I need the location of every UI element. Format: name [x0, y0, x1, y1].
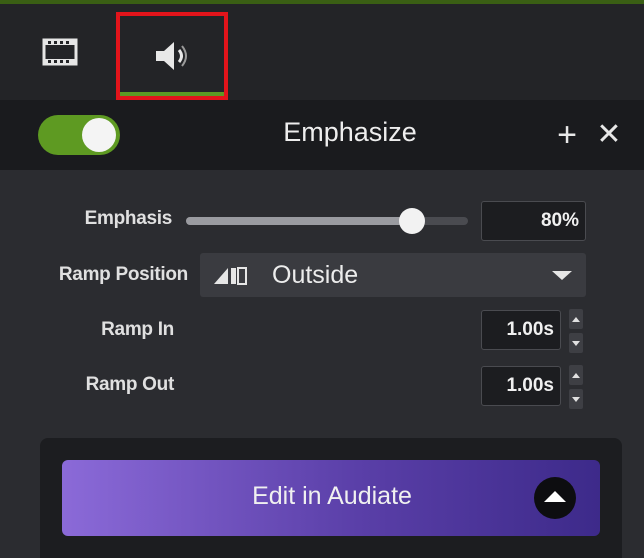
properties-tabbar	[0, 0, 644, 100]
effect-properties: Emphasis 80% Ramp Position Outside Ramp …	[0, 170, 644, 558]
ramp-out-decrement-button[interactable]	[569, 389, 583, 409]
chevron-up-glyph	[544, 491, 566, 502]
emphasis-slider-thumb[interactable]	[398, 208, 425, 234]
effect-title: Emphasize	[283, 117, 417, 147]
ramp-outside-icon	[214, 267, 247, 285]
plus-icon: +	[557, 116, 577, 154]
emphasis-slider[interactable]	[186, 217, 468, 225]
effect-header: Emphasize + ✕	[0, 100, 644, 170]
ramp-in-field[interactable]: 1.00s	[481, 310, 561, 350]
tab-audio-properties[interactable]	[116, 12, 228, 100]
add-effect-button[interactable]: +	[550, 112, 584, 158]
ramp-in-increment-button[interactable]	[569, 309, 583, 329]
arrow-down-icon	[572, 396, 580, 402]
remove-effect-button[interactable]: ✕	[592, 112, 626, 158]
audiate-panel: Edit in Audiate	[40, 438, 622, 558]
ramp-position-value: Outside	[272, 261, 359, 289]
emphasis-slider-fill	[186, 217, 412, 225]
emphasis-value-field[interactable]: 80%	[481, 201, 586, 241]
ramp-out-stepper[interactable]	[567, 365, 585, 409]
edit-in-audiate-button[interactable]: Edit in Audiate	[62, 460, 600, 536]
active-tab-underline	[120, 92, 224, 96]
arrow-up-icon	[572, 372, 580, 378]
ramp-out-label: Ramp Out	[85, 374, 175, 395]
effect-enable-toggle[interactable]	[38, 115, 120, 155]
ramp-position-dropdown[interactable]: Outside	[200, 253, 586, 297]
speaker-icon	[156, 42, 187, 70]
toggle-knob	[82, 118, 116, 152]
arrow-up-icon	[572, 316, 580, 322]
ramp-out-field[interactable]: 1.00s	[481, 366, 561, 406]
ramp-in-label: Ramp In	[101, 319, 174, 340]
edit-in-audiate-label: Edit in Audiate	[252, 482, 412, 510]
film-strip-icon	[42, 38, 78, 66]
ramp-out-increment-button[interactable]	[569, 365, 583, 385]
ramp-in-stepper[interactable]	[567, 309, 585, 353]
emphasis-label: Emphasis	[84, 208, 173, 229]
tab-visual-properties[interactable]	[20, 4, 100, 100]
chevron-up-icon[interactable]	[534, 477, 576, 519]
ramp-position-label: Ramp Position	[58, 264, 188, 285]
close-icon: ✕	[596, 118, 622, 151]
ramp-in-decrement-button[interactable]	[569, 333, 583, 353]
chevron-down-icon	[552, 271, 572, 280]
arrow-down-icon	[572, 340, 580, 346]
